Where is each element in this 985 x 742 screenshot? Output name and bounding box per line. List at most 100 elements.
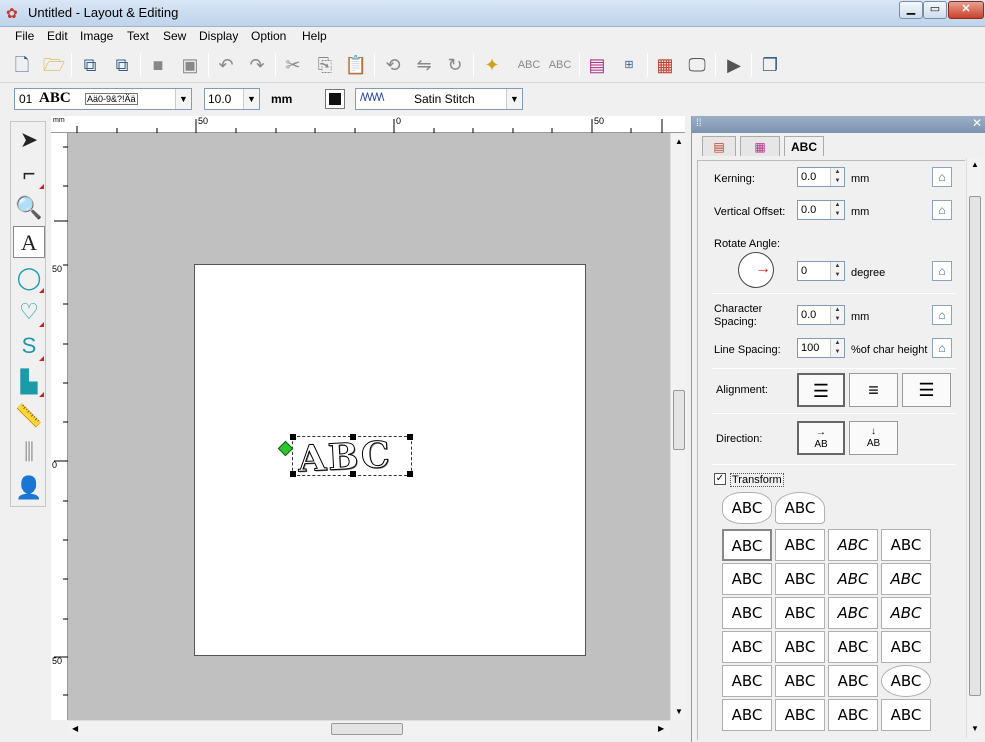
rotate-angle-input[interactable]: 0 ▲ ▼	[797, 261, 845, 281]
resize-handle[interactable]	[407, 471, 413, 477]
text-object[interactable]: ABC	[277, 433, 413, 481]
vertical-offset-input[interactable]: 0.0 ▲ ▼	[797, 200, 845, 220]
scroll-left-icon[interactable]: ◀	[72, 724, 78, 733]
window-icon[interactable]: ❐	[756, 51, 784, 79]
scroll-down-icon[interactable]: ▼	[675, 707, 683, 716]
scroll-thumb[interactable]	[673, 390, 685, 450]
curve-tool-icon[interactable]: S	[13, 330, 45, 362]
abc-icon[interactable]: ABC	[546, 51, 574, 79]
text-edit-icon[interactable]: ABC	[515, 51, 543, 79]
transform-taper-left[interactable]: ABC	[722, 563, 772, 595]
transform-arc-reverse[interactable]: ABC	[881, 631, 931, 663]
scroll-up-icon[interactable]: ▲	[675, 137, 683, 146]
stitch-select[interactable]: /\/\/\/\/\ Satin Stitch ▼	[355, 88, 523, 110]
align-right-icon[interactable]: ☰	[902, 373, 951, 407]
hoop-icon[interactable]: ▤	[583, 51, 611, 79]
transform-bridge-reverse[interactable]: ABC	[881, 699, 931, 731]
transform-arch-down[interactable]: ABC	[775, 492, 825, 524]
size-select[interactable]: 10.0 ▼	[204, 88, 260, 110]
menu-text[interactable]: Text	[127, 29, 149, 43]
transform-arc[interactable]: ABC	[828, 631, 878, 663]
transform-normal[interactable]: ABC	[722, 529, 772, 561]
open-icon[interactable]: 🗁	[40, 51, 68, 79]
transform-wave-up[interactable]: ABC	[722, 665, 772, 697]
save-icon[interactable]: ■	[144, 51, 172, 79]
text-tool-icon[interactable]: A	[13, 226, 45, 258]
scroll-right-icon[interactable]: ▶	[658, 724, 664, 733]
panel-close-icon[interactable]: ✕	[972, 116, 982, 130]
scroll-up-icon[interactable]: ▲	[971, 160, 979, 169]
resize-handle[interactable]	[350, 434, 356, 440]
rotate-icon[interactable]: ↻	[441, 51, 469, 79]
paste-icon[interactable]: 📋	[342, 51, 370, 79]
stamp-tool-icon[interactable]: ▙	[13, 366, 45, 398]
line-spacing-input[interactable]: 100 ▲ ▼	[797, 338, 845, 358]
reset-home-icon[interactable]: ⌂	[932, 261, 952, 281]
transform-oval[interactable]: ABC	[881, 665, 931, 697]
heart-star-tool-icon[interactable]: ♡	[13, 296, 45, 328]
transform-wave-down[interactable]: ABC	[775, 665, 825, 697]
kerning-input[interactable]: 0.0 ▲ ▼	[797, 167, 845, 187]
menu-edit[interactable]: Edit	[47, 29, 68, 43]
design-page[interactable]: ABC	[194, 264, 586, 656]
select-tool-icon[interactable]: ➤	[13, 124, 45, 156]
menu-image[interactable]: Image	[80, 29, 113, 43]
direction-vertical-button[interactable]: ↓ AB	[849, 421, 898, 455]
save-as-icon[interactable]: ▣	[176, 51, 204, 79]
direction-horizontal-button[interactable]: → AB	[797, 421, 845, 455]
resize-handle[interactable]	[407, 434, 413, 440]
menu-help[interactable]: Help	[302, 29, 327, 43]
transform-taper-right[interactable]: ABC	[775, 563, 825, 595]
chevron-down-icon[interactable]: ▼	[243, 89, 259, 109]
transform-slant-back[interactable]: ABC	[881, 563, 931, 595]
menu-file[interactable]: File	[15, 29, 34, 43]
canvas-vertical-scrollbar[interactable]: ▲ ▼	[670, 133, 687, 720]
menu-display[interactable]: Display	[199, 29, 238, 43]
reset-home-icon[interactable]: ⌂	[932, 167, 952, 187]
grip-icon[interactable]: ⁞⁞	[696, 118, 702, 129]
transform-pennant[interactable]: ABC	[828, 665, 878, 697]
transform-checkbox[interactable]: ✓	[714, 473, 726, 485]
embroidery-text[interactable]: ABC	[296, 433, 393, 481]
redo-icon[interactable]: ↷	[243, 51, 271, 79]
scroll-thumb[interactable]	[331, 723, 403, 735]
align-center-icon[interactable]: ≡	[849, 373, 898, 407]
minimize-button[interactable]: ▁	[899, 1, 923, 19]
chevron-down-icon[interactable]: ▼	[175, 89, 191, 109]
import-icon[interactable]: ⧉	[76, 51, 104, 79]
rotate-left-icon[interactable]: ⟲	[379, 51, 407, 79]
tab-color[interactable]: ▤	[702, 136, 736, 156]
transform-bulge[interactable]: ABC	[828, 529, 878, 561]
reset-home-icon[interactable]: ⌂	[932, 200, 952, 220]
point-edit-tool-icon[interactable]: ⌐	[13, 158, 45, 190]
stitch-tool-icon[interactable]: ⫼	[13, 436, 45, 468]
maximize-button[interactable]: ▭	[923, 1, 947, 19]
stitch-sim-icon[interactable]: ▶	[720, 51, 748, 79]
stitch-123-icon[interactable]: ⊞	[615, 51, 643, 79]
measure-tool-icon[interactable]: 📏	[13, 400, 45, 432]
reset-home-icon[interactable]: ⌂	[932, 305, 952, 325]
menu-option[interactable]: Option	[251, 29, 286, 43]
transform-arch-up[interactable]: ABC	[722, 492, 772, 524]
transform-flag[interactable]: ABC	[722, 597, 772, 629]
transform-slant[interactable]: ABC	[828, 563, 878, 595]
zoom-tool-icon[interactable]: 🔍	[13, 192, 45, 224]
scroll-thumb[interactable]	[969, 196, 981, 696]
chevron-down-icon[interactable]: ▼	[506, 89, 522, 109]
reset-home-icon[interactable]: ⌂	[932, 338, 952, 358]
transform-perspective-reverse[interactable]: ABC	[881, 597, 931, 629]
flip-icon[interactable]: ⇋	[410, 51, 438, 79]
thread-color-button[interactable]	[325, 89, 345, 109]
transform-curve-in[interactable]: ABC	[722, 699, 772, 731]
cut-icon[interactable]: ✂	[279, 51, 307, 79]
character-spacing-input[interactable]: 0.0 ▲ ▼	[797, 305, 845, 325]
undo-icon[interactable]: ↶	[212, 51, 240, 79]
transform-triangle-down[interactable]: ABC	[775, 631, 825, 663]
transform-pinch[interactable]: ABC	[881, 529, 931, 561]
tab-stitch[interactable]: ▦	[740, 136, 780, 156]
figure-tool-icon[interactable]: 👤	[13, 472, 45, 504]
start-point-handle[interactable]	[277, 440, 294, 457]
panel-scrollbar[interactable]: ▲ ▼	[966, 158, 983, 738]
rotate-dial[interactable]: →	[738, 252, 774, 288]
wizard-icon[interactable]: ✦	[478, 51, 506, 79]
